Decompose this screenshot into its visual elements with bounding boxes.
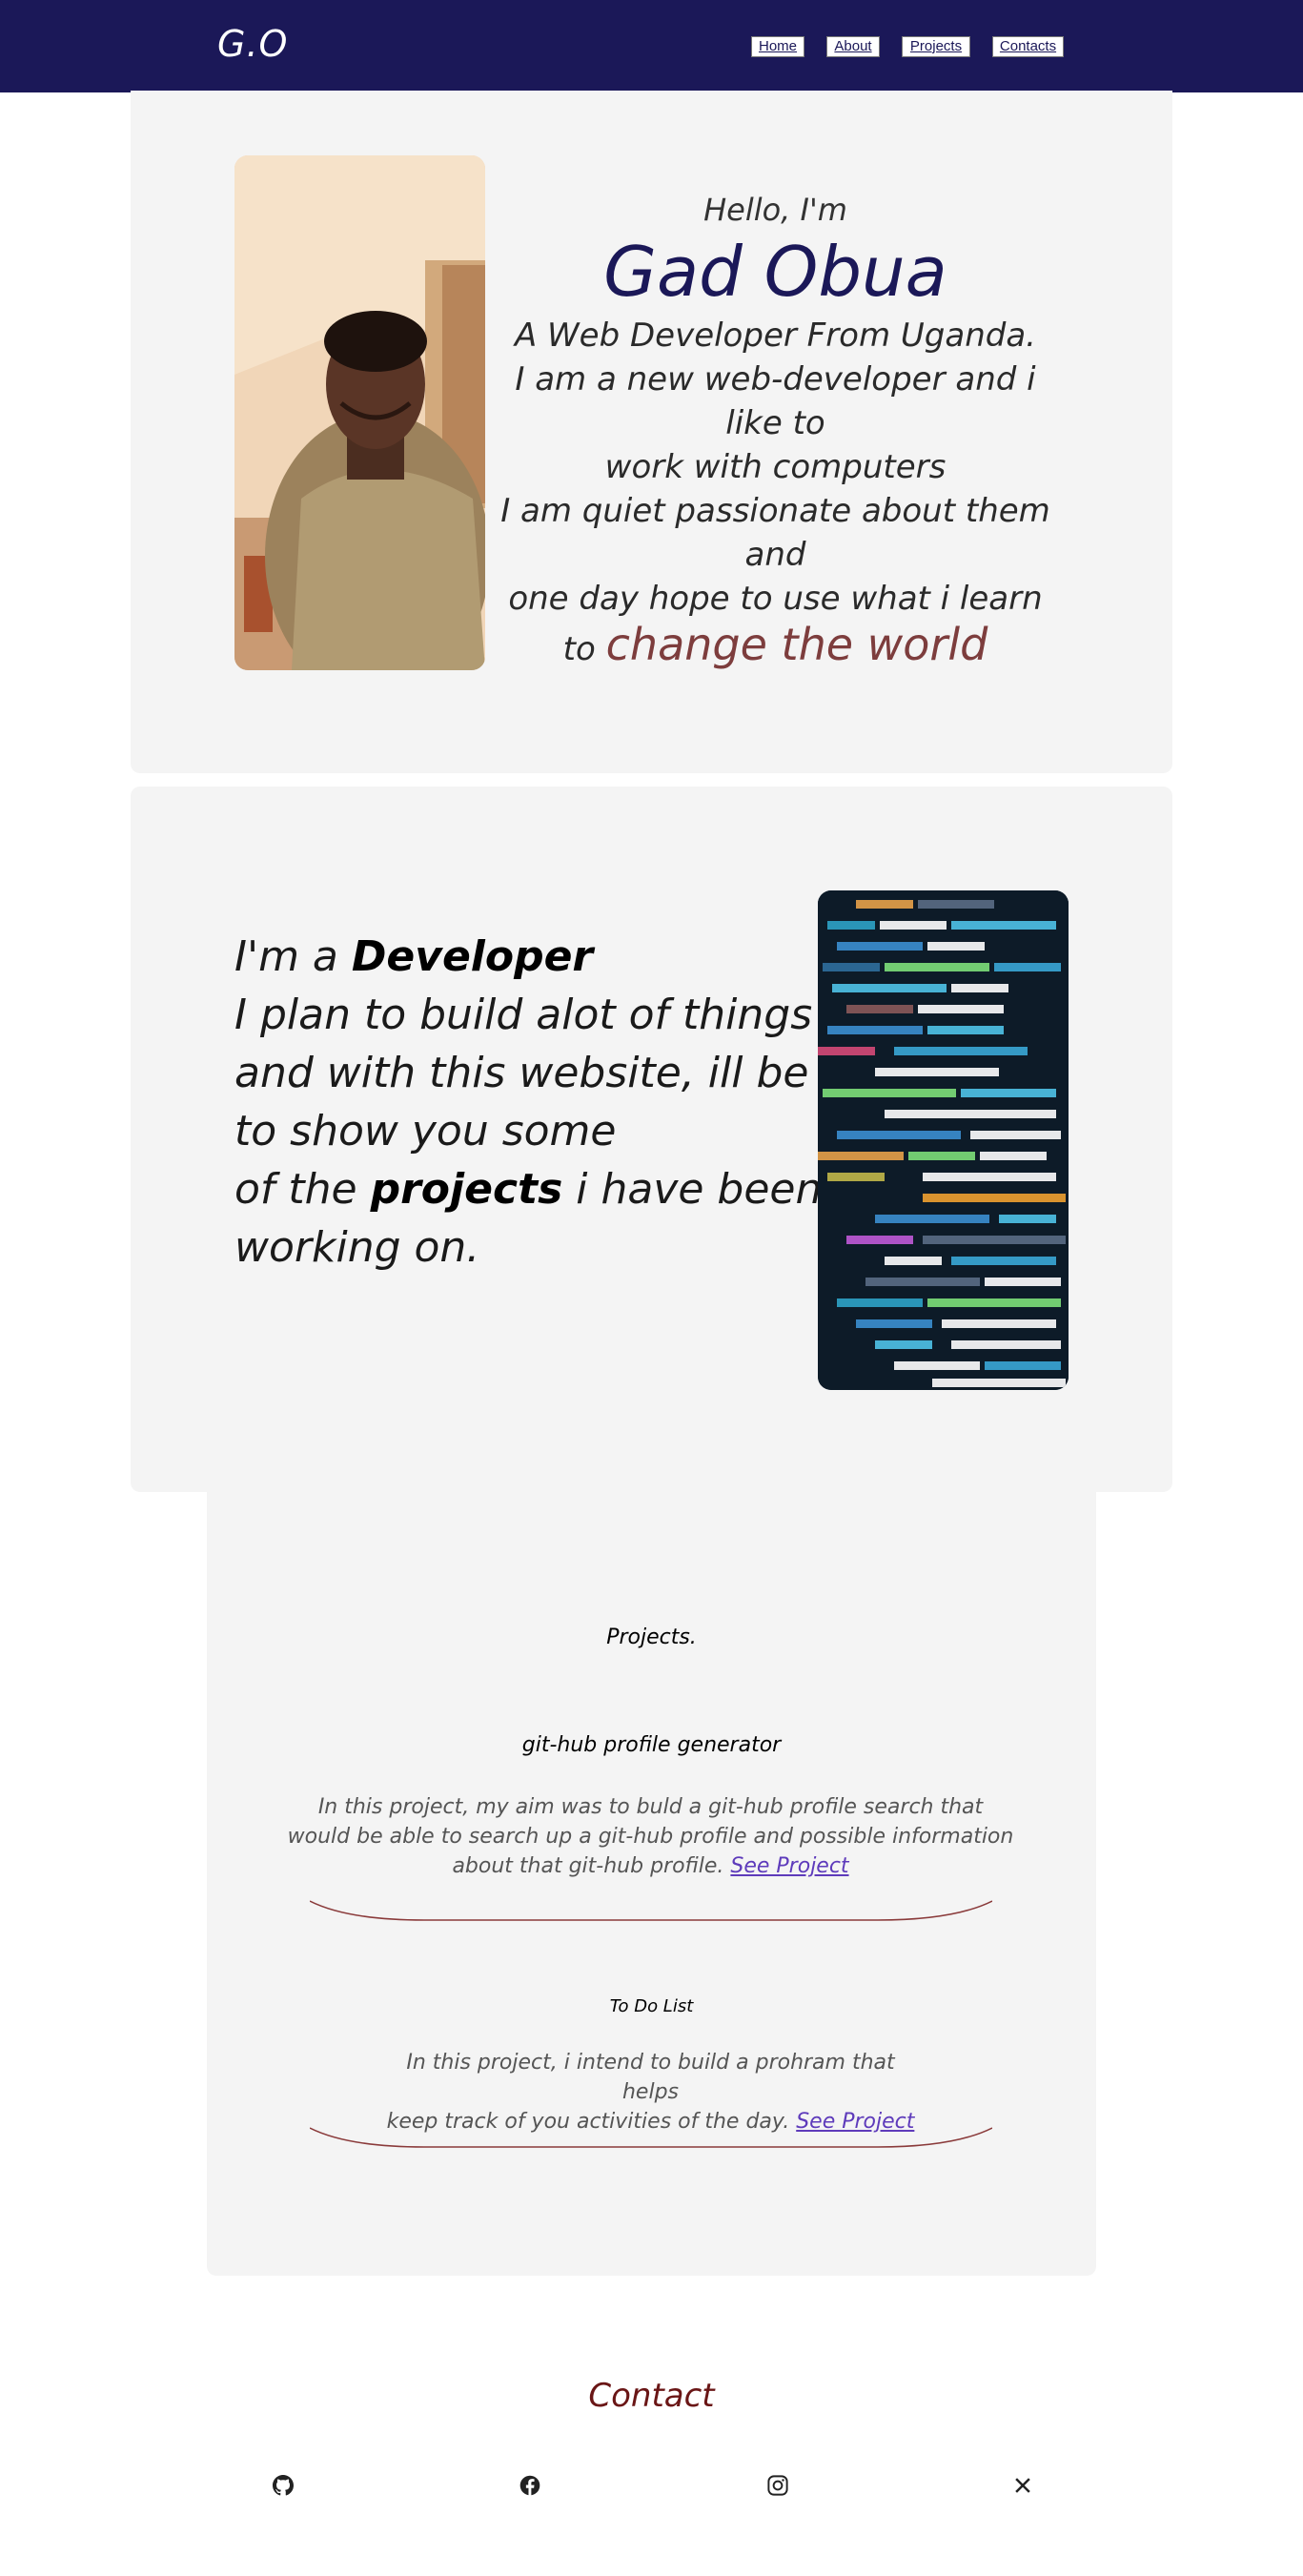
project-desc-1-line-3: about that git-hub profile. See Project <box>286 1851 1015 1881</box>
project-divider-1 <box>310 1900 992 1921</box>
dev-line-1-prefix: I'm a <box>234 932 338 981</box>
dev-line-4: to show you some <box>234 1107 617 1155</box>
dev-line-5-prefix: of the <box>234 1165 357 1214</box>
project-desc-1-line-1: In this project, my aim was to buld a gi… <box>317 1795 984 1819</box>
project-divider-2 <box>310 2127 992 2148</box>
navbar: G.O Home About Projects Contacts <box>0 0 1303 92</box>
nav-link-about[interactable]: About <box>826 36 880 57</box>
dev-line-6: working on. <box>234 1223 480 1272</box>
developer-word: Developer <box>351 932 594 981</box>
dev-line-5-suffix: i have been <box>576 1165 823 1214</box>
project-title-1: git-hub profile generator <box>521 1733 782 1757</box>
projects-heading: Projects. <box>606 1625 697 1649</box>
dev-line-5: of the projects i have been <box>234 1160 825 1218</box>
dev-line-3: and with this website, ill be able <box>234 1049 912 1097</box>
change-the-world-highlight: change the world <box>605 619 988 670</box>
developer-intro: I'm a Developer I plan to build alot of … <box>234 928 912 1277</box>
hero-name: Gad Obua <box>603 232 947 312</box>
bio-line-1: A Web Developer From Uganda. <box>514 317 1036 355</box>
site-logo[interactable]: G.O <box>217 23 288 65</box>
facebook-icon[interactable] <box>519 2475 540 2496</box>
project-desc-1-line-2: would be able to search up a git-hub pro… <box>287 1825 1014 1849</box>
bio-line-4: I am quiet passionate about them and <box>500 492 1050 574</box>
profile-photo <box>234 155 485 670</box>
code-art <box>818 890 1069 1390</box>
bio-line-5: one day hope to use what i learn <box>508 580 1043 618</box>
bio-line-2: I am a new web-developer and i like to <box>515 360 1036 442</box>
code-screenshot-image <box>818 890 1069 1390</box>
nav-link-home[interactable]: Home <box>751 36 804 57</box>
instagram-icon[interactable] <box>767 2475 788 2496</box>
projects-word: projects <box>370 1165 563 1214</box>
x-icon[interactable] <box>1012 2475 1033 2496</box>
contact-heading: Contact <box>588 2377 715 2415</box>
projects-section <box>207 1492 1096 2276</box>
see-project-link-1[interactable]: See Project <box>730 1854 848 1878</box>
project-desc-2: In this project, i intend to build a pro… <box>381 2048 920 2136</box>
project-desc-1: In this project, my aim was to buld a gi… <box>286 1792 1015 1881</box>
dev-line-2: I plan to build alot of things <box>234 991 813 1039</box>
profile-photo-art <box>234 155 485 670</box>
greeting: Hello, I'm <box>703 192 847 228</box>
project-desc-1-line-3-text: about that git-hub profile. <box>452 1854 724 1878</box>
nav-link-projects[interactable]: Projects <box>902 36 970 57</box>
dev-line-1: I'm a Developer <box>234 928 825 986</box>
bio-closing: to change the world <box>496 623 1055 671</box>
closing-prefix: to <box>562 630 596 668</box>
project-desc-2-line-1: In this project, i intend to build a pro… <box>406 2051 895 2104</box>
hero-intro: Hello, I'm Gad Obua A Web Developer From… <box>496 186 1055 671</box>
project-title-2: To Do List <box>609 1996 694 2016</box>
nav-link-contacts[interactable]: Contacts <box>992 36 1064 57</box>
github-icon[interactable] <box>273 2475 294 2496</box>
bio-line-3: work with computers <box>604 448 947 486</box>
